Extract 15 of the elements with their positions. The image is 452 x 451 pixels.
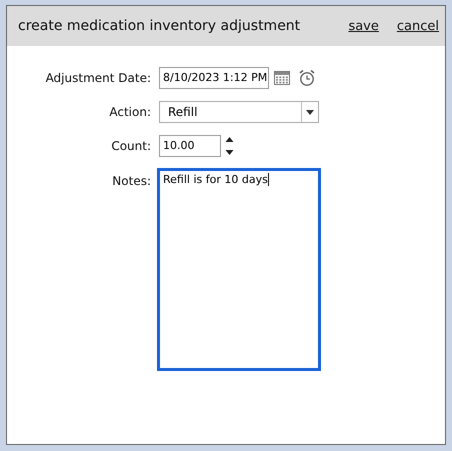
field-label: Adjustment Date: (44, 71, 152, 85)
field-label: Action: (108, 105, 152, 119)
field-label: Notes: (111, 173, 152, 188)
dialog-title: create medication inventory adjustment (18, 18, 300, 34)
date-field[interactable]: 8/10/2023 1:12 PM (159, 67, 269, 89)
count-field[interactable]: 10.00 (159, 135, 221, 157)
caret-icon (306, 110, 314, 114)
action-dropdown[interactable]: Refill (159, 101, 319, 123)
spinner-arrows-icon[interactable] (225, 136, 234, 156)
field-label: Count: (110, 139, 152, 153)
notes-field[interactable]: Refill is for 10 days (157, 168, 321, 371)
calendar-icon[interactable] (274, 71, 290, 85)
alarm-clock-icon[interactable] (298, 69, 316, 87)
header-link[interactable]: save (348, 18, 379, 34)
header-link[interactable]: cancel (396, 18, 439, 34)
